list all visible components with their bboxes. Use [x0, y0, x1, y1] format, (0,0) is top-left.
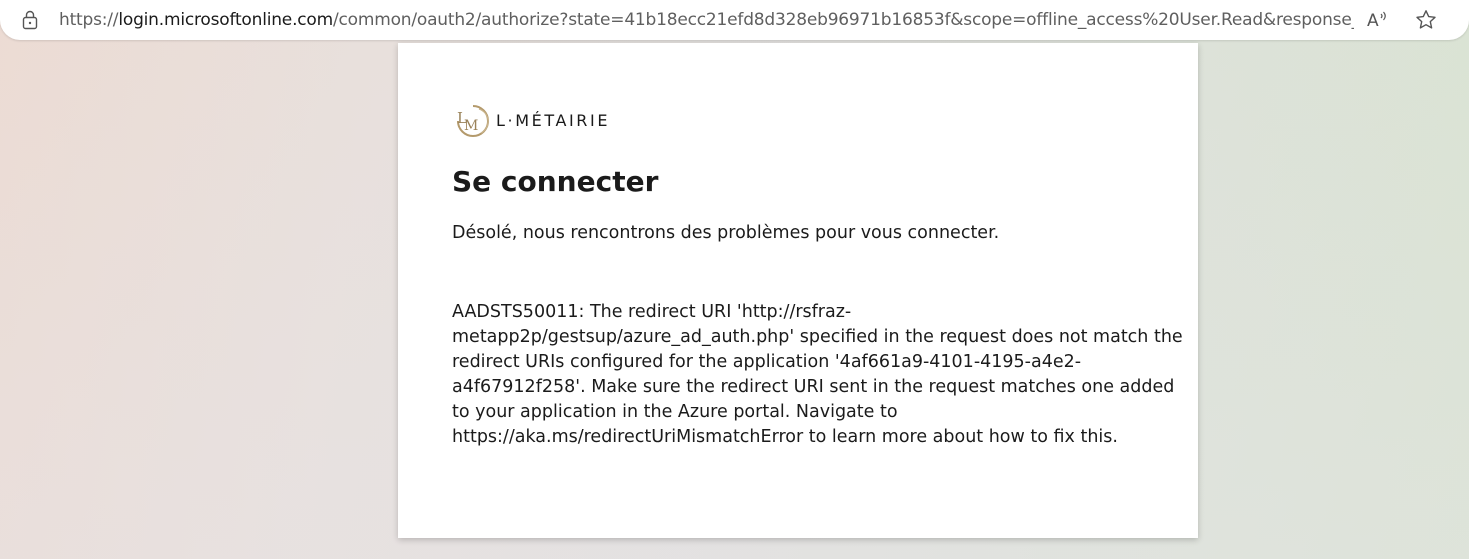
error-line: redirect URIs configured for the applica…	[452, 352, 1082, 372]
page-title: Se connecter	[452, 165, 659, 198]
url-field[interactable]: https://login.microsoftonline.com/common…	[59, 9, 1354, 31]
error-line: to your application in the Azure portal.…	[452, 402, 898, 422]
url-path: /common/oauth2/authorize?state=41b18ecc2…	[332, 10, 1354, 30]
error-message: AADSTS50011: The redirect URI 'http://rs…	[452, 300, 1183, 450]
svg-text:M: M	[464, 118, 478, 134]
url-domain: login.microsoftonline.com	[118, 10, 333, 30]
url-scheme: https://	[59, 10, 119, 30]
browser-address-bar[interactable]: https://login.microsoftonline.com/common…	[0, 0, 1469, 40]
sign-in-card: L M L·MÉTAIRIE Se connecter Désolé, nous…	[398, 43, 1198, 538]
error-line: https://aka.ms/redirectUriMismatchError …	[452, 427, 1118, 447]
error-line: AADSTS50011: The redirect URI 'http://rs…	[452, 302, 852, 322]
error-line: metapp2p/gestsup/azure_ad_auth.php' spec…	[452, 327, 1183, 347]
lock-icon[interactable]	[20, 9, 40, 31]
error-subtitle: Désolé, nous rencontrons des problèmes p…	[452, 223, 1000, 243]
read-aloud-icon[interactable]: A	[1366, 8, 1388, 31]
favorite-star-icon[interactable]	[1414, 8, 1438, 32]
company-logo-icon: L M	[453, 103, 489, 139]
brand-name: L·MÉTAIRIE	[496, 111, 611, 130]
error-line: a4f67912f258'. Make sure the redirect UR…	[452, 377, 1175, 397]
svg-text:A: A	[1367, 11, 1379, 30]
